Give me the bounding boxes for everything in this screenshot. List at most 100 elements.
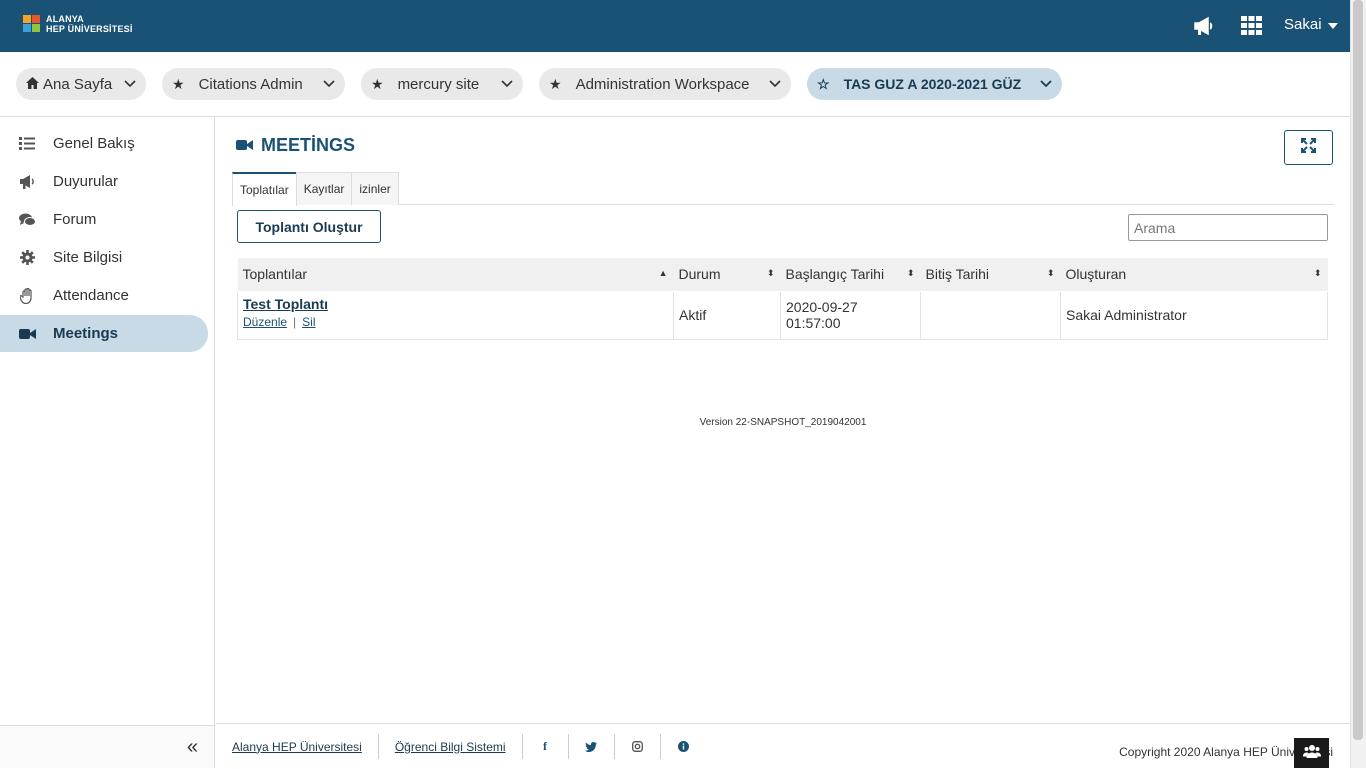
twitter-icon[interactable] [569,734,615,759]
table-row: Test Toplantı Düzenle | Sil Aktif 2020-09-… [237,290,1328,340]
user-name: Sakai [1284,16,1322,33]
site-tab-tas-guz[interactable]: ☆ TAS GUZ A 2020-2021 GÜZ [807,68,1062,100]
instagram-icon[interactable] [615,734,661,759]
meetings-table: Toplantılar ▲ Durum ⬍ Başlangıç Tarihi ⬍ Bi… [237,258,1328,340]
delete-link[interactable]: Sil [302,315,315,329]
page-title-text: MEETİNGS [261,135,356,155]
column-header-meetings[interactable]: Toplantılar ▲ [237,258,674,292]
star-icon[interactable]: ★ [549,76,562,93]
sort-icon: ⬍ [906,268,915,278]
meetings-tabs: Toplatılar Kayıtlar izinler [232,172,1334,206]
sidebar-item-overview[interactable]: Genel Bakış [0,125,208,162]
university-logo[interactable]: ALANYA HEP ÜNİVERSİTESİ [23,14,133,34]
search-input[interactable] [1128,214,1328,241]
create-meeting-button[interactable]: Toplantı Oluştur [237,210,381,243]
sidebar-collapse-bar: « [0,725,215,768]
page-title: MEETİNGS [236,135,355,156]
chevron-down-icon[interactable] [124,77,136,95]
site-tab-home[interactable]: Ana Sayfa [16,68,146,100]
caret-down-icon [1327,16,1338,33]
sort-icon: ⬍ [1046,268,1055,278]
site-tab-label: TAS GUZ A 2020-2021 GÜZ [843,76,1022,92]
top-header: ALANYA HEP ÜNİVERSİTESİ Sakai [0,0,1350,52]
edit-link[interactable]: Düzenle [243,315,287,329]
sidebar-item-attendance[interactable]: Attendance [0,277,208,314]
site-tab-label: Administration Workspace [575,75,750,93]
tab-meetings[interactable]: Toplatılar [232,172,297,206]
expand-icon [1301,137,1316,158]
sort-icon: ⬍ [1313,268,1322,278]
star-icon[interactable]: ★ [371,76,384,93]
page-footer: Alanya HEP Üniversitesi Öğrenci Bilgi Si… [216,723,1350,768]
tab-recordings[interactable]: Kayıtlar [295,172,353,205]
site-tab-citations-admin[interactable]: ★ Citations Admin [162,68,345,100]
start-date-cell: 2020-09-27 01:57:00 [780,290,921,340]
star-outline-icon[interactable]: ☆ [817,76,830,93]
facebook-icon[interactable]: f [523,734,569,759]
sidebar-item-forum[interactable]: Forum [0,201,208,238]
column-header-label: Durum [678,266,721,283]
sidebar-item-label: Genel Bakış [53,135,135,152]
meeting-name-cell: Test Toplantı Düzenle | Sil [237,290,674,340]
site-tab-label: Ana Sayfa [43,75,113,93]
sidebar-item-label: Attendance [53,287,129,304]
main-content: MEETİNGS Toplatılar Kayıtlar izinler Top… [216,117,1350,723]
double-chevron-left-icon[interactable]: « [187,736,198,759]
sidebar-item-label: Site Bilgisi [53,249,123,266]
meeting-link[interactable]: Test Toplantı [243,296,668,312]
footer-link-student-system[interactable]: Öğrenci Bilgi Sistemi [379,734,523,759]
chat-users-button[interactable] [1294,738,1329,768]
scrollbar-thumb[interactable] [1353,0,1363,740]
users-icon [1302,744,1321,763]
site-tab-label: Citations Admin [198,75,303,93]
table-header-row: Toplantılar ▲ Durum ⬍ Başlangıç Tarihi ⬍ Bi… [237,258,1328,292]
list-icon [18,137,36,150]
column-header-end-date[interactable]: Bitiş Tarihi ⬍ [920,258,1061,292]
column-header-label: Toplantılar [242,266,308,283]
tool-sidebar: Genel Bakış Duyurular Forum Site Bilgisi… [0,117,215,725]
logo-line2: HEP ÜNİVERSİTESİ [46,24,133,34]
column-header-label: Bitiş Tarihi [925,266,990,283]
chevron-down-icon[interactable] [323,77,335,95]
logo-line1: ALANYA [46,14,84,24]
apps-grid-icon[interactable] [1241,16,1262,40]
sidebar-item-announcements[interactable]: Duyurular [0,163,208,200]
column-header-label: Başlangıç Tarihi [785,266,885,283]
creator-cell: Sakai Administrator [1060,290,1328,340]
chevron-down-icon[interactable] [501,77,513,95]
column-header-status[interactable]: Durum ⬍ [673,258,781,292]
tab-permissions[interactable]: izinler [351,172,399,205]
status-cell: Aktif [673,290,781,340]
start-date: 2020-09-27 [786,299,858,315]
sort-asc-icon: ▲ [658,268,668,278]
sidebar-item-label: Forum [53,211,97,228]
bullhorn-icon[interactable] [1193,16,1215,41]
fullscreen-button[interactable] [1284,130,1333,165]
column-header-label: Oluşturan [1065,266,1127,283]
column-header-start-date[interactable]: Başlangıç Tarihi ⬍ [780,258,921,292]
version-text: Version 22-SNAPSHOT_2019042001 [699,417,867,428]
bullhorn-icon [18,174,36,189]
video-camera-icon [18,328,36,340]
action-separator: | [293,314,297,329]
sort-icon: ⬍ [766,268,775,278]
sidebar-item-site-info[interactable]: Site Bilgisi [0,239,208,276]
gear-icon [18,250,36,265]
video-camera-icon [236,135,253,156]
user-menu[interactable]: Sakai [1284,16,1338,33]
star-icon[interactable]: ★ [172,76,185,93]
start-time: 01:57:00 [786,315,841,331]
site-tab-admin-workspace[interactable]: ★ Administration Workspace [539,68,791,100]
home-icon [26,76,39,93]
info-icon[interactable] [661,734,707,759]
chevron-down-icon[interactable] [769,77,781,95]
chevron-down-icon[interactable] [1040,77,1052,94]
sidebar-item-meetings[interactable]: Meetings [0,315,208,352]
site-tab-mercury[interactable]: ★ mercury site [361,68,523,100]
sidebar-item-label: Meetings [53,325,119,342]
sidebar-item-label: Duyurular [53,173,119,190]
comments-icon [18,213,36,227]
footer-link-university[interactable]: Alanya HEP Üniversitesi [232,734,379,759]
column-header-creator[interactable]: Oluşturan ⬍ [1060,258,1328,292]
site-nav-bar: Ana Sayfa ★ Citations Admin ★ mercury si… [0,52,1350,117]
